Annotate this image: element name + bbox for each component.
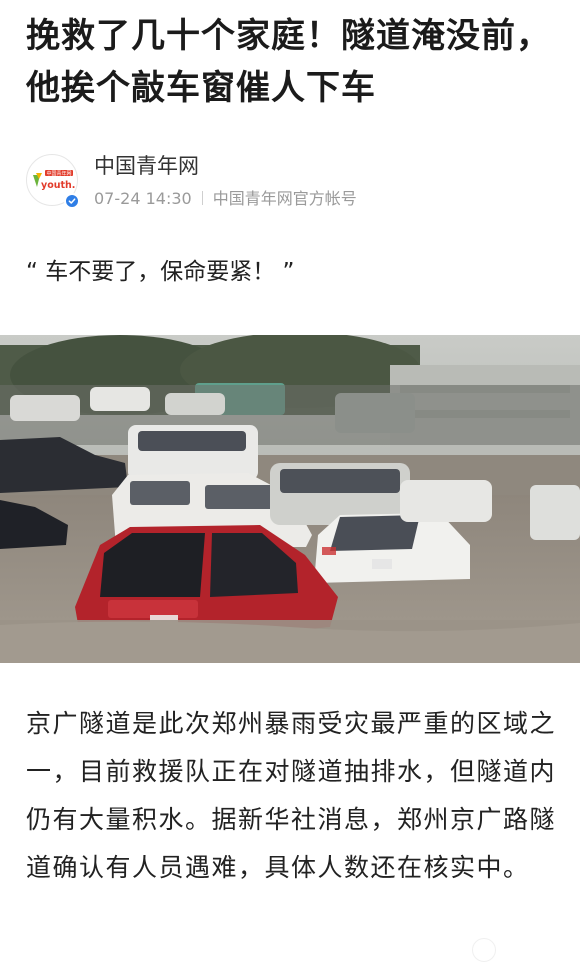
flood-photo-illustration xyxy=(0,335,580,663)
youth-cn-logo-icon: 中国青年网 youth.cn xyxy=(33,170,75,191)
meta-divider xyxy=(201,191,203,205)
article-quote: “ 车不要了，保命要紧！ ” xyxy=(26,259,295,285)
article-title: 挽救了几十个家庭！隧道淹没前，他挨个敲车窗催人下车 xyxy=(26,16,551,108)
article-photo[interactable] xyxy=(0,335,580,663)
author-avatar[interactable]: 中国青年网 youth.cn xyxy=(26,154,80,209)
article-body: 京广隧道是此次郑州暴雨受灾最严重的区域之一，目前救援队正在对隧道抽排水，但隧道内… xyxy=(26,709,557,882)
article-page: 挽救了几十个家庭！隧道淹没前，他挨个敲车窗催人下车 中国青年网 youth.cn… xyxy=(0,0,580,968)
post-time: 07-24 14:30 xyxy=(94,189,192,208)
watermark-icon xyxy=(472,938,496,962)
author-row[interactable]: 中国青年网 youth.cn 中国青年网 07-24 14:30 中国青年网官方帐… xyxy=(26,152,562,212)
author-name[interactable]: 中国青年网 xyxy=(94,152,199,180)
logo-text: youth.cn xyxy=(41,180,75,191)
account-type: 中国青年网官方帐号 xyxy=(212,189,357,208)
verified-badge-icon xyxy=(64,193,80,209)
logo-top-text: 中国青年网 xyxy=(46,170,71,177)
post-meta: 07-24 14:30 中国青年网官方帐号 xyxy=(94,188,357,210)
